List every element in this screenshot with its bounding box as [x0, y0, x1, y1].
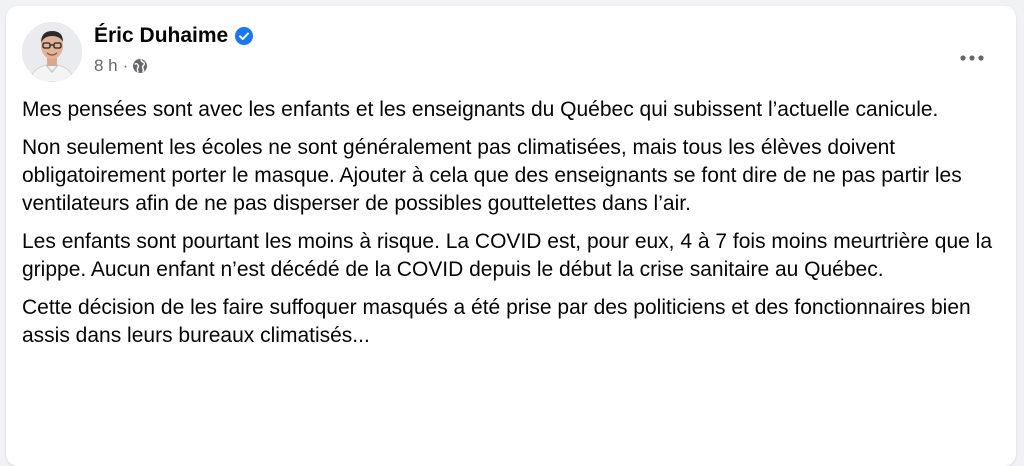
post-body: Mes pensées sont avec les enfants et les…: [22, 96, 997, 360]
globe-icon[interactable]: [132, 58, 148, 74]
post-meta: 8 h ·: [94, 56, 148, 76]
post-card: Éric Duhaime 8 h · Mes pensées sont avec…: [6, 6, 1016, 466]
more-options-button[interactable]: [954, 40, 990, 76]
verified-badge-icon: [235, 27, 254, 45]
post-paragraph-3: Les enfants sont pourtant les moins à ri…: [22, 230, 992, 281]
post-paragraph-2: Non seulement les écoles ne sont général…: [22, 136, 962, 215]
more-horizontal-icon: [960, 55, 984, 61]
meta-separator: ·: [122, 56, 129, 75]
author-name[interactable]: Éric Duhaime: [94, 24, 228, 48]
avatar-image: [22, 22, 82, 82]
post-header: Éric Duhaime 8 h ·: [22, 22, 1000, 86]
post-paragraph-1: Mes pensées sont avec les enfants et les…: [22, 98, 939, 121]
post-timestamp[interactable]: 8 h: [94, 56, 118, 76]
author-name-row: Éric Duhaime: [94, 24, 254, 48]
author-avatar[interactable]: [22, 22, 82, 82]
post-paragraph-4: Cette décision de les faire suffoquer ma…: [22, 296, 971, 347]
